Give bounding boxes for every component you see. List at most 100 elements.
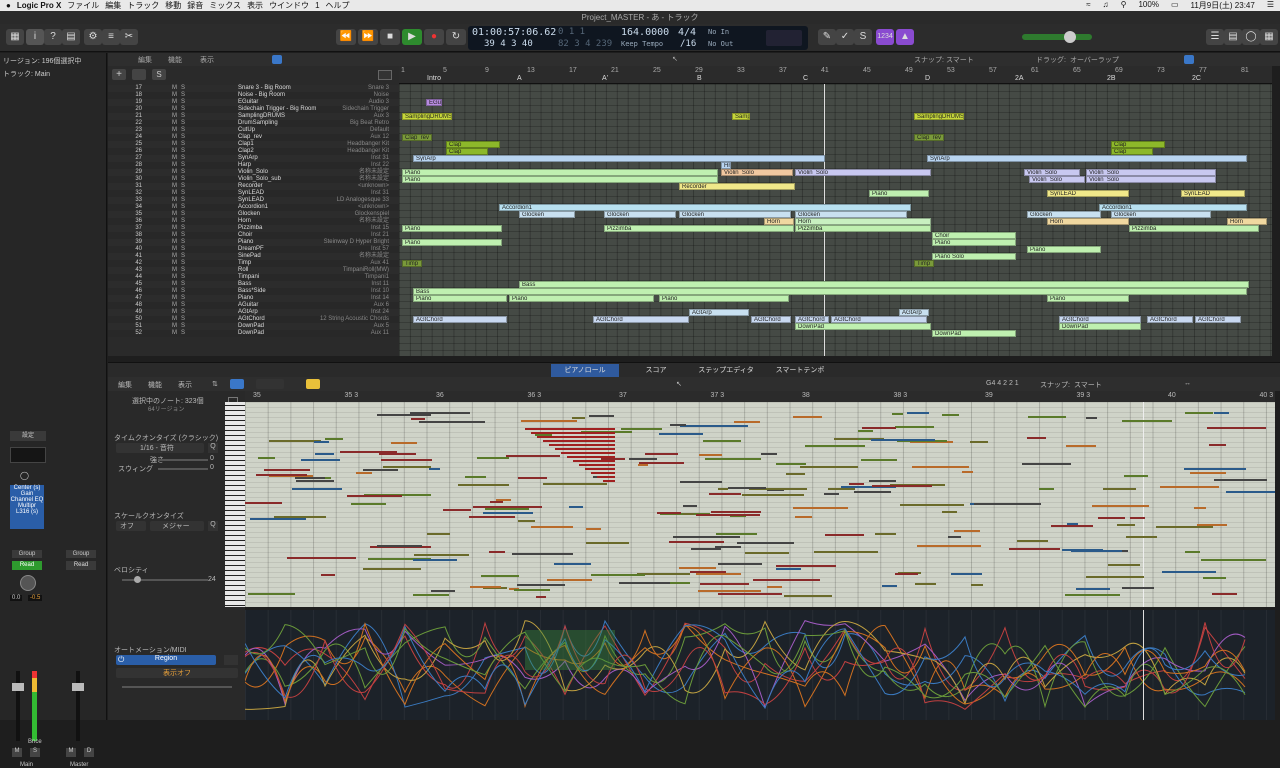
midi-note[interactable] [645,453,678,455]
swing-value[interactable]: 0 [210,464,214,471]
track-region[interactable]: Piano [413,295,507,302]
midi-note[interactable] [512,553,573,555]
track-row[interactable]: 47 MS Piano Inst 14 [108,295,399,302]
track-row[interactable]: 43 MS Roll TimpaniRoll(MW) [108,267,399,274]
track-region[interactable]: Recorder [679,183,795,190]
midi-note[interactable] [942,414,959,416]
midi-note[interactable] [1051,525,1093,527]
midi-note[interactable] [569,506,583,508]
track-region[interactable]: Violin_Solo [721,169,793,176]
midi-note[interactable] [1028,416,1066,418]
track-name[interactable]: Violin_Solo_sub [238,176,281,183]
track-region[interactable]: Clap [1111,141,1165,148]
track-region[interactable]: Piano [402,239,502,246]
count-in-button[interactable]: 1234 [876,29,894,45]
automation-curve-icon[interactable] [224,655,238,665]
track-row[interactable]: 30 MS Violin_Solo_sub 名称未設定 [108,176,399,183]
track-row[interactable]: 45 MS Bass Inst 11 [108,281,399,288]
midi-note[interactable] [691,548,721,550]
tracks-function-menu[interactable]: 機能 [168,55,182,65]
rewind-icon[interactable]: ⏪ [336,29,356,45]
midi-note[interactable] [549,444,615,446]
track-row[interactable]: 51 MS DownPad Aux 5 [108,323,399,330]
track-region[interactable]: Clap_rev [402,134,432,141]
midi-note[interactable] [248,593,295,595]
midi-note[interactable] [793,507,848,509]
midi-note[interactable] [321,574,335,576]
track-region[interactable]: Bass [519,281,1249,288]
midi-note[interactable] [591,574,645,576]
midi-note[interactable] [1190,472,1226,474]
midi-note[interactable] [882,585,897,587]
midi-note[interactable] [734,421,760,423]
midi-note[interactable] [315,453,334,455]
track-region[interactable]: Piano [509,295,654,302]
marker-label[interactable]: A' [602,75,608,82]
track-region[interactable]: AGtChord [413,316,507,323]
toolbar-icon[interactable]: ▤ [62,29,80,45]
track-region[interactable]: Piano [1027,246,1101,253]
midi-note[interactable] [1103,488,1136,490]
midi-note[interactable] [579,464,615,466]
midi-note[interactable] [718,563,762,565]
midi-note[interactable] [699,454,722,456]
track-region[interactable]: Violin_Solo [1086,169,1216,176]
eq-thumbnail[interactable] [10,447,46,463]
editor-edit-menu[interactable]: 編集 [118,380,132,390]
midi-note[interactable] [1207,427,1266,429]
channel-name-right[interactable]: Master [70,762,88,768]
track-row[interactable]: 25 MS Clap1 Headbanger Kit [108,141,399,148]
track-region[interactable]: Piano [402,169,718,176]
menu-view[interactable]: 表示 [247,0,263,11]
midi-note[interactable] [907,412,929,414]
smart-controls-icon[interactable]: ⚙ [84,29,102,45]
bounce-button[interactable]: Bnce [28,739,42,745]
midi-note[interactable] [543,483,607,485]
midi-note[interactable] [489,551,505,553]
marker-label[interactable]: A [517,75,522,82]
track-mute-solo-buttons[interactable]: MS [172,232,189,239]
midi-note[interactable] [1130,517,1145,519]
track-region[interactable]: Accordion1 [499,204,911,211]
track-name[interactable]: Piano [238,295,253,302]
track-row[interactable]: 38 MS Choir Inst 21 [108,232,399,239]
midi-note[interactable] [854,491,891,493]
track-mute-solo-buttons[interactable]: MS [172,218,189,225]
track-mute-solo-buttons[interactable]: MS [172,274,189,281]
midi-note[interactable] [250,518,306,520]
browser-icon[interactable]: ▦ [1260,29,1278,45]
piano-roll-grid[interactable] [245,402,1275,607]
midi-note[interactable] [561,452,615,454]
track-mute-solo-buttons[interactable]: MS [172,141,189,148]
track-region[interactable]: SynLEAD [1047,190,1129,197]
track-row[interactable]: 31 MS Recorder <unknown> [108,183,399,190]
midi-note[interactable] [825,534,864,536]
menu-edit[interactable]: 編集 [105,0,121,11]
track-name[interactable]: SynLEAD [238,197,264,204]
midi-note[interactable] [696,514,760,516]
track-region[interactable]: Violin_Solo [1029,176,1085,183]
track-mute-solo-buttons[interactable]: MS [172,120,189,127]
marker-label[interactable]: 2B [1107,75,1116,82]
midi-note[interactable] [784,595,832,597]
midi-note[interactable] [805,445,865,447]
midi-note[interactable] [1022,463,1071,465]
fader-handle-right[interactable] [72,683,84,691]
midi-note[interactable] [629,458,657,460]
track-mute-solo-buttons[interactable]: MS [172,246,189,253]
midi-note[interactable] [705,458,761,460]
midi-note[interactable] [1065,594,1120,596]
midi-note[interactable] [767,586,782,588]
midi-note[interactable] [256,474,307,476]
automation-lane[interactable] [245,610,1275,720]
marker-label[interactable]: 2C [1192,75,1201,82]
marker-label[interactable]: Intro [427,75,441,82]
midi-note[interactable] [531,432,615,434]
track-region[interactable]: EGuit [426,99,442,106]
midi-note[interactable] [875,533,896,535]
automation-value-slider[interactable] [122,686,232,688]
midi-note[interactable] [1039,488,1054,490]
menu-navigate[interactable]: 移動 [165,0,181,11]
midi-note[interactable] [536,596,546,598]
midi-note[interactable] [1098,517,1125,519]
